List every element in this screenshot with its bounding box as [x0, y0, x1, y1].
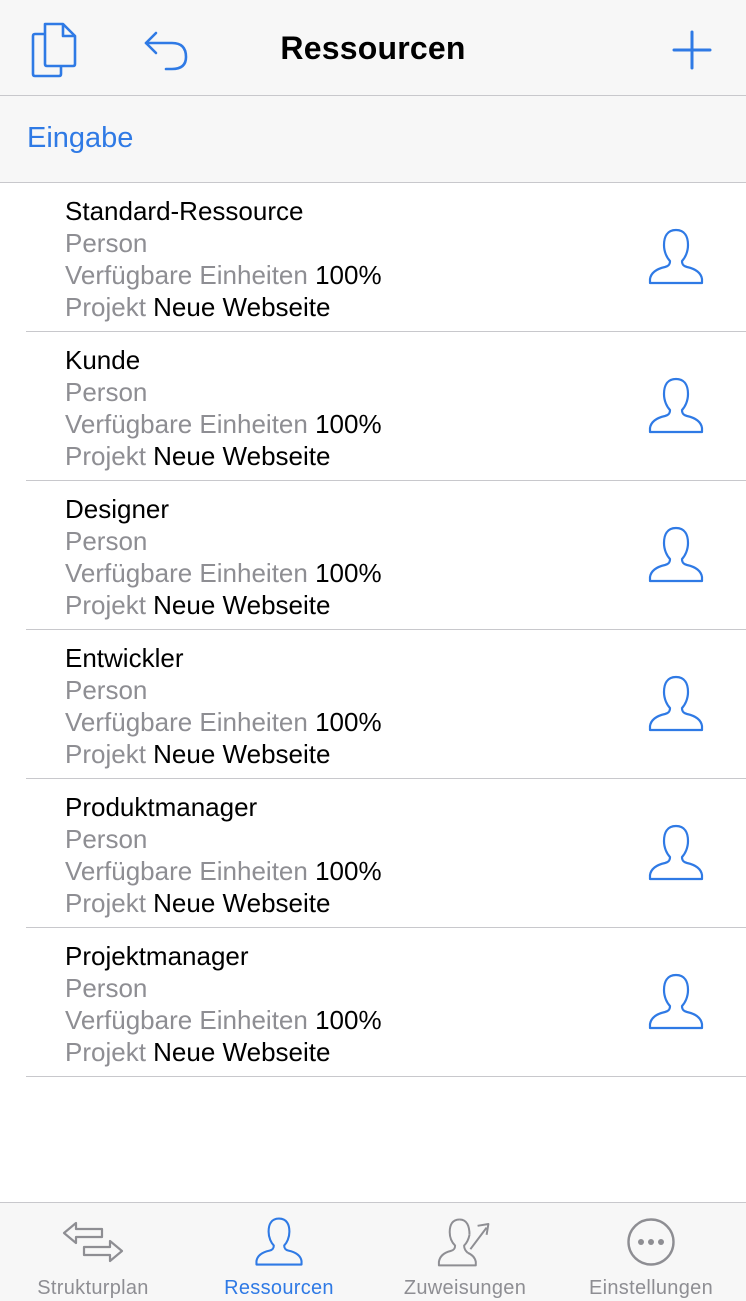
resource-units: Verfügbare Einheiten 100% [65, 259, 382, 291]
tab-einstellungen[interactable]: Einstellungen [558, 1203, 744, 1301]
resource-units: Verfügbare Einheiten 100% [65, 855, 382, 887]
project-value: Neue Webseite [153, 1037, 331, 1067]
resource-type: Person [65, 675, 148, 705]
resource-type: Person [65, 824, 148, 854]
units-label: Verfügbare Einheiten [65, 260, 308, 290]
navigation-bar: Ressourcen [0, 0, 746, 96]
project-value: Neue Webseite [153, 292, 331, 322]
list-item-text: Designer Person Verfügbare Einheiten 100… [65, 493, 382, 621]
project-label: Projekt [65, 739, 146, 769]
tab-label: Ressourcen [224, 1277, 334, 1299]
add-resource-button[interactable] [664, 22, 720, 78]
page-title: Ressourcen [280, 30, 466, 66]
project-label: Projekt [65, 441, 146, 471]
resource-units: Verfügbare Einheiten 100% [65, 408, 382, 440]
tab-bar: Strukturplan Ressourcen Zuweisungen Eins… [0, 1202, 746, 1301]
units-value: 100% [315, 1005, 382, 1035]
tab-ressourcen[interactable]: Ressourcen [186, 1203, 372, 1301]
project-value: Neue Webseite [153, 441, 331, 471]
person-icon [648, 228, 704, 285]
project-value: Neue Webseite [153, 739, 331, 769]
person-icon [648, 675, 704, 732]
project-label: Projekt [65, 888, 146, 918]
resource-project: Projekt Neue Webseite [65, 440, 382, 472]
units-label: Verfügbare Einheiten [65, 558, 308, 588]
more-dots-icon [627, 1218, 675, 1266]
resource-list: Standard-Ressource Person Verfügbare Ein… [0, 183, 746, 1077]
resource-units: Verfügbare Einheiten 100% [65, 557, 382, 589]
plus-icon [672, 30, 712, 70]
units-label: Verfügbare Einheiten [65, 409, 308, 439]
person-icon [648, 824, 704, 881]
resource-name: Entwickler [65, 643, 184, 673]
resource-name: Produktmanager [65, 792, 258, 822]
units-value: 100% [315, 558, 382, 588]
units-value: 100% [315, 856, 382, 886]
resource-name: Kunde [65, 345, 141, 375]
tab-label: Strukturplan [37, 1277, 149, 1299]
resource-type: Person [65, 526, 148, 556]
list-item-text: Projektmanager Person Verfügbare Einheit… [65, 940, 382, 1068]
project-value: Neue Webseite [153, 888, 331, 918]
project-value: Neue Webseite [153, 590, 331, 620]
resource-name: Projektmanager [65, 941, 249, 971]
project-label: Projekt [65, 292, 146, 322]
units-value: 100% [315, 409, 382, 439]
eingabe-link[interactable]: Eingabe [27, 122, 133, 155]
resource-project: Projekt Neue Webseite [65, 1036, 382, 1068]
list-item-text: Standard-Ressource Person Verfügbare Ein… [65, 195, 382, 323]
units-label: Verfügbare Einheiten [65, 707, 308, 737]
units-value: 100% [315, 707, 382, 737]
person-icon [648, 377, 704, 434]
resource-type: Person [65, 377, 148, 407]
person-icon [648, 526, 704, 583]
list-item-text: Kunde Person Verfügbare Einheiten 100% P… [65, 344, 382, 472]
person-assign-icon [437, 1218, 490, 1267]
resource-name: Designer [65, 494, 170, 524]
resource-name: Standard-Ressource [65, 196, 304, 226]
tab-label: Zuweisungen [403, 1277, 527, 1299]
person-icon [255, 1217, 303, 1266]
units-label: Verfügbare Einheiten [65, 1005, 308, 1035]
tab-zuweisungen[interactable]: Zuweisungen [372, 1203, 558, 1301]
project-label: Projekt [65, 590, 146, 620]
list-item[interactable]: Designer Person Verfügbare Einheiten 100… [0, 481, 746, 630]
list-item[interactable]: Produktmanager Person Verfügbare Einheit… [0, 779, 746, 928]
resource-project: Projekt Neue Webseite [65, 589, 382, 621]
tab-label: Einstellungen [589, 1277, 713, 1299]
resource-project: Projekt Neue Webseite [65, 738, 382, 770]
list-item[interactable]: Projektmanager Person Verfügbare Einheit… [0, 928, 746, 1077]
list-item[interactable]: Entwickler Person Verfügbare Einheiten 1… [0, 630, 746, 779]
sub-toolbar: Eingabe [0, 96, 746, 183]
units-label: Verfügbare Einheiten [65, 856, 308, 886]
units-value: 100% [315, 260, 382, 290]
project-label: Projekt [65, 1037, 146, 1067]
list-item-text: Entwickler Person Verfügbare Einheiten 1… [65, 642, 382, 770]
list-item-text: Produktmanager Person Verfügbare Einheit… [65, 791, 382, 919]
resource-type: Person [65, 228, 148, 258]
structure-arrows-icon [62, 1221, 124, 1263]
tab-strukturplan[interactable]: Strukturplan [0, 1203, 186, 1301]
list-item[interactable]: Standard-Ressource Person Verfügbare Ein… [0, 183, 746, 332]
resource-project: Projekt Neue Webseite [65, 887, 382, 919]
list-item[interactable]: Kunde Person Verfügbare Einheiten 100% P… [0, 332, 746, 481]
resource-units: Verfügbare Einheiten 100% [65, 706, 382, 738]
resource-units: Verfügbare Einheiten 100% [65, 1004, 382, 1036]
resource-type: Person [65, 973, 148, 1003]
person-icon [648, 973, 704, 1030]
resource-project: Projekt Neue Webseite [65, 291, 382, 323]
